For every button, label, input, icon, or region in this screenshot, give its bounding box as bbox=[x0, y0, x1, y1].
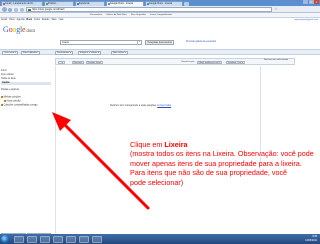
create-label: Criar novo bbox=[4, 52, 15, 54]
gbar-item-more[interactable]: mais bbox=[59, 18, 64, 23]
documents-filter-button[interactable]: Documentos ▾ bbox=[55, 51, 73, 55]
lock-icon bbox=[28, 9, 31, 12]
annotation-line-2: mover apenas itens de sua propriedade pa… bbox=[130, 158, 302, 168]
annotation-text: Clique em Lixeira (mostra todos os itens… bbox=[130, 140, 318, 187]
documents-label: Documentos bbox=[57, 52, 70, 54]
tab-label: Google Docs - Lixeira bbox=[110, 2, 133, 5]
gbar-item-fotos[interactable]: Fotos bbox=[34, 18, 40, 23]
home-icon[interactable] bbox=[20, 7, 24, 12]
view-select[interactable]: Visualizar: Lista ▾ bbox=[226, 60, 245, 65]
clear-filters-link[interactable]: Limpar todos bbox=[157, 104, 171, 107]
more-actions-button[interactable]: Mais ações ▾ bbox=[111, 51, 128, 55]
upload-label: Fazer upload bbox=[23, 52, 36, 54]
list-header: ☐ ▾ Restaurar Esvaziar lixeira Classific… bbox=[55, 58, 295, 65]
gbar-item-gmail[interactable]: Gmail bbox=[1, 18, 7, 23]
select-checkbox[interactable]: ☐ ▾ bbox=[58, 60, 65, 65]
sidebar-item-label: Minhas coleções bbox=[3, 96, 21, 99]
gbar-item-reader[interactable]: Reader bbox=[42, 18, 50, 23]
refresh-icon[interactable] bbox=[14, 7, 18, 12]
empty-message: Nenhum item corresponde a suas seleções.… bbox=[110, 104, 171, 107]
address-text: https://docs.google.com/#trash bbox=[32, 8, 65, 11]
annotation-line-1: (mostra todos os itens na Lixeira. Obser… bbox=[130, 149, 314, 159]
forward-icon[interactable] bbox=[8, 7, 12, 12]
annotation-lead: Clique em bbox=[130, 140, 165, 149]
bookmark-item[interactable]: Inserir Compartilhados bbox=[150, 13, 172, 17]
sidebar-item-folders[interactable]: Pastas e arquivos bbox=[1, 89, 19, 92]
sidebar-item-lixeira[interactable]: Lixeira bbox=[1, 82, 51, 85]
taskbar-explorer-icon[interactable] bbox=[14, 235, 24, 243]
restore-button[interactable]: Restaurar bbox=[72, 60, 84, 65]
taskbar: 9:08 13/06/2011 bbox=[0, 234, 320, 244]
bookmark-item[interactable]: Galeria de Web Slice bbox=[106, 13, 127, 17]
logo-sub: docs bbox=[26, 28, 36, 33]
sort-label: Classificar por: bbox=[181, 60, 195, 63]
account-email[interactable]: agenortonio@gmail.com bbox=[294, 18, 318, 23]
tab-label: Gmail - Lançamento de Di... bbox=[5, 2, 35, 5]
toolbar: Criar novo ▾ Fazer upload ▾ Documentos ▾… bbox=[0, 49, 320, 55]
google-docs-logo[interactable]: Googledocs bbox=[3, 26, 35, 35]
empty-text: Nenhum item corresponde a suas seleções. bbox=[110, 104, 157, 107]
empty-trash-button[interactable]: Esvaziar lixeira bbox=[86, 60, 103, 65]
search-button[interactable]: Pesquisar documentos bbox=[145, 40, 175, 45]
taskbar-folder-icon[interactable] bbox=[40, 235, 50, 243]
view-value: Visualizar: Lista bbox=[227, 61, 242, 64]
chevron-down-icon[interactable]: ▾ bbox=[136, 41, 141, 45]
images-label: Imagens e vídeos bbox=[80, 52, 98, 54]
annotation-line-0: Clique em Lixeira bbox=[130, 140, 318, 149]
tab-label: Facebook bbox=[79, 2, 90, 5]
address-bar[interactable]: https://docs.google.com/#trash bbox=[26, 7, 272, 12]
sidebar-item-starred[interactable]: Com estrela bbox=[1, 74, 13, 77]
gbar-item-docs[interactable]: Docs bbox=[27, 18, 33, 23]
tab-label: Postivo ... bbox=[48, 2, 59, 5]
upload-button[interactable]: Fazer upload ▾ bbox=[21, 51, 40, 55]
browser-navbar: https://docs.google.com/#trash ☆ bbox=[0, 6, 320, 13]
sidebar-item-label: Nova coleção bbox=[6, 100, 21, 103]
search-value: Lixeira bbox=[62, 42, 69, 44]
start-button[interactable] bbox=[1, 235, 9, 243]
details-panel-header: Nenhum item selecionado bbox=[264, 59, 289, 61]
sort-select[interactable]: Última modificação em ▾ bbox=[197, 60, 222, 65]
system-clock[interactable]: 9:08 13/06/2011 bbox=[305, 235, 317, 242]
sidebar-item-inicio[interactable]: Início bbox=[1, 70, 7, 73]
images-filter-button[interactable]: Imagens e vídeos ▾ bbox=[78, 51, 101, 55]
tab-label: Google Docs - Lixeira bbox=[149, 2, 172, 5]
annotation-target: Lixeira bbox=[164, 140, 188, 149]
bookmark-item[interactable]: Sites Sugeridos bbox=[131, 13, 146, 17]
window-controls: – □ × bbox=[303, 0, 319, 4]
gbar-item-agenda[interactable]: Agenda bbox=[17, 18, 25, 23]
create-new-button[interactable]: Criar novo ▾ bbox=[2, 51, 18, 55]
sidebar-item-shared-collections[interactable]: Coleções compartilhadas comigo bbox=[1, 104, 37, 108]
google-bar: Gmail Orkut Agenda Docs Fotos Reader Sit… bbox=[0, 18, 320, 23]
star-icon[interactable]: ☆ bbox=[274, 7, 278, 11]
bookmark-item[interactable]: Personalizar bbox=[90, 13, 102, 17]
taskbar-chrome-icon[interactable] bbox=[66, 235, 76, 243]
taskbar-excel-icon[interactable] bbox=[92, 235, 102, 243]
minimize-icon[interactable]: – bbox=[303, 0, 308, 4]
taskbar-ie-icon[interactable] bbox=[27, 235, 37, 243]
annotation-line-3: Para itens que não são de sua propriedad… bbox=[130, 168, 288, 178]
search-input[interactable]: Lixeira ▾ bbox=[60, 40, 142, 45]
close-icon[interactable]: × bbox=[314, 0, 319, 4]
taskbar-media-icon[interactable] bbox=[53, 235, 63, 243]
gallery-link[interactable]: Procurar galeria de exemplos bbox=[186, 40, 216, 45]
taskbar-word-icon[interactable] bbox=[79, 235, 89, 243]
gbar-item-sites[interactable]: Sites bbox=[51, 18, 56, 23]
maximize-icon[interactable]: □ bbox=[308, 0, 314, 4]
more-label: Mais ações bbox=[113, 52, 125, 54]
sidebar-item-all-items[interactable]: Todos os itens bbox=[1, 78, 16, 81]
new-tab-button[interactable] bbox=[184, 1, 189, 6]
gbar-item-orkut[interactable]: Orkut bbox=[9, 18, 15, 23]
back-icon[interactable] bbox=[2, 7, 7, 12]
annotation-line-4: pode selecionar) bbox=[130, 177, 184, 187]
sidebar-item-label: Coleções compartilhadas comigo bbox=[3, 104, 38, 107]
sort-value: Última modificação em bbox=[198, 61, 219, 64]
clock-date: 13/06/2011 bbox=[305, 238, 317, 242]
